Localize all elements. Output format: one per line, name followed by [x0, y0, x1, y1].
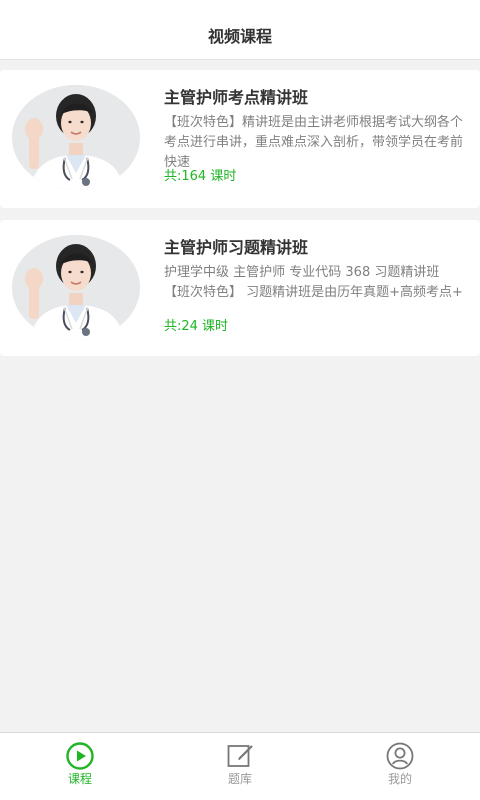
course-lesson-count: 共:24 课时	[164, 319, 229, 334]
course-thumbnail	[12, 85, 140, 190]
course-title: 主管护师习题精讲班	[164, 238, 309, 257]
tab-label: 题库	[227, 772, 252, 786]
tab-question-bank[interactable]: 题库	[160, 733, 320, 800]
course-title: 主管护师考点精讲班	[164, 88, 309, 107]
tab-label: 我的	[387, 772, 412, 786]
course-list: 主管护师考点精讲班 【班次特色】精讲班是由主讲老师根据考试大纲各个考点进行串讲，…	[0, 70, 480, 368]
bottom-tab-bar: 课程 题库 我的	[0, 732, 480, 800]
course-description: 【班次特色】精讲班是由主讲老师根据考试大纲各个考点进行串讲，重点难点深入剖析，带…	[164, 115, 464, 170]
user-circle-icon	[385, 741, 415, 771]
course-lesson-count: 共:164 课时	[164, 169, 237, 184]
course-card[interactable]: 主管护师习题精讲班 护理学中级 主管护师 专业代码 368 习题精讲班【班次特色…	[0, 220, 480, 356]
nurse-avatar-icon	[12, 235, 140, 340]
play-circle-icon	[65, 741, 95, 771]
nurse-avatar-icon	[12, 85, 140, 190]
tab-mine[interactable]: 我的	[320, 733, 480, 800]
course-description: 护理学中级 主管护师 专业代码 368 习题精讲班【班次特色】 习题精讲班是由历…	[164, 265, 463, 300]
page-title: 视频课程	[207, 27, 272, 46]
tab-label: 课程	[67, 772, 92, 786]
course-card[interactable]: 主管护师考点精讲班 【班次特色】精讲班是由主讲老师根据考试大纲各个考点进行串讲，…	[0, 70, 480, 208]
tab-courses[interactable]: 课程	[0, 733, 160, 800]
edit-note-icon	[225, 741, 255, 771]
app-header: 视频课程	[0, 0, 480, 60]
course-thumbnail	[12, 235, 140, 340]
